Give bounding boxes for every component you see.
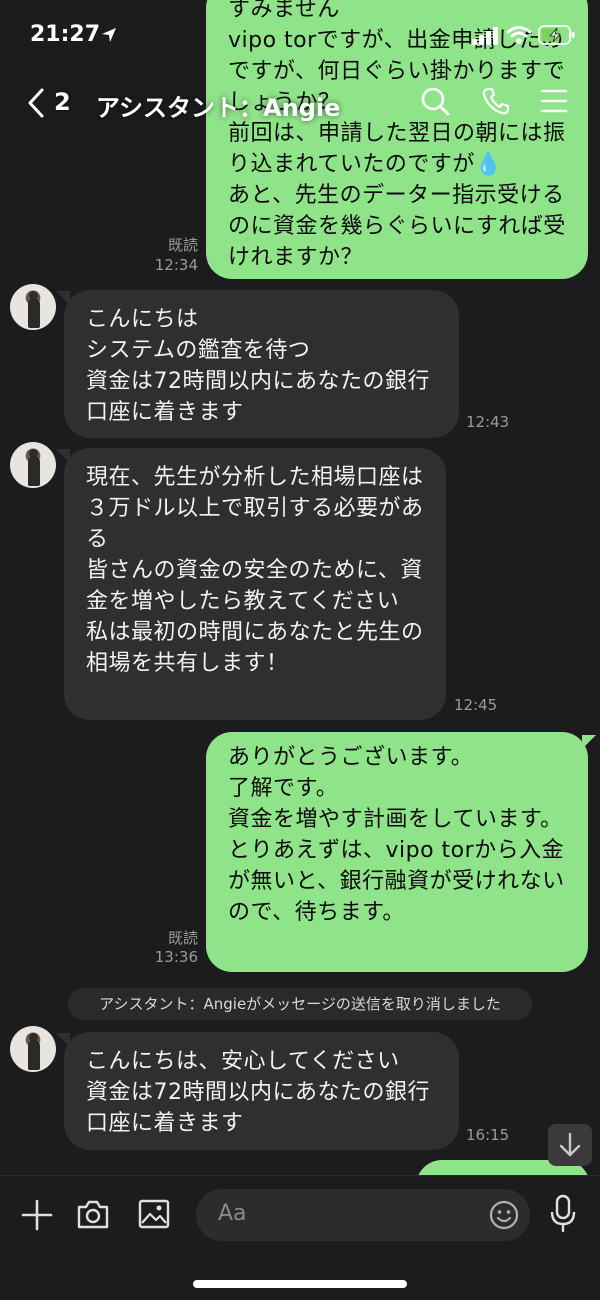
menu-icon[interactable] [540, 88, 568, 114]
read-receipt: 既読 [167, 929, 198, 947]
message-bubble-incoming[interactable]: こんにちは システムの鑑査を待つ 資金は72時間以内にあなたの銀行口座に着きます [64, 290, 459, 438]
message-bubble-outgoing[interactable]: ありがとうございます。 了解です。 資金を増やす計画をしています。 とりあえずは… [206, 732, 588, 972]
chat-header: 2 アシスタント：Angie [0, 74, 600, 130]
unsend-notice: アシスタント：Angieがメッセージの送信を取り消しました [68, 988, 532, 1020]
location-arrow-icon [102, 28, 116, 42]
message-input-bar: Aa [0, 1175, 600, 1300]
cellular-signal-icon [472, 27, 498, 45]
avatar[interactable] [10, 442, 56, 488]
avatar[interactable] [10, 284, 56, 330]
message-bubble-incoming[interactable]: こんにちは、安心してください 資金は72時間以内にあなたの銀行口座に着きます [64, 1032, 459, 1150]
avatar[interactable] [10, 1026, 56, 1072]
status-bar: 21:27 [0, 0, 600, 64]
chat-area[interactable]: すみません vipo torですが、出金申請したのですが、何日ぐらい掛かりますで… [0, 0, 600, 1175]
wifi-icon [506, 26, 532, 44]
message-bubble-incoming[interactable]: 現在、先生が分析した相場口座は３万ドル以上で取引する必要がある 皆さんの資金の安… [64, 448, 446, 720]
scroll-to-bottom-button[interactable] [548, 1124, 592, 1166]
bubble-tail [582, 735, 596, 749]
message-time: 12:45 [454, 696, 498, 714]
image-icon[interactable] [137, 1198, 171, 1230]
status-time: 21:27 [30, 22, 101, 47]
message-time: 13:36 [154, 948, 198, 966]
arrow-down-icon [559, 1132, 581, 1157]
message-time: 16:15 [466, 1126, 510, 1144]
input-placeholder: Aa [218, 1201, 247, 1226]
message-time: 12:43 [466, 413, 510, 431]
home-indicator[interactable] [193, 1280, 407, 1288]
microphone-icon[interactable] [548, 1194, 578, 1234]
camera-icon[interactable] [76, 1198, 110, 1230]
phone-icon[interactable] [481, 86, 511, 116]
plus-icon[interactable] [20, 1198, 54, 1232]
emoji-icon[interactable] [488, 1199, 520, 1231]
read-receipt: 既読 [167, 236, 198, 254]
page-title[interactable]: アシスタント：Angie [96, 88, 340, 123]
unread-count[interactable]: 2 [54, 88, 71, 116]
search-icon[interactable] [420, 86, 450, 116]
battery-charging-icon [538, 25, 575, 45]
back-chevron-icon[interactable] [26, 88, 46, 118]
message-time: 12:34 [154, 256, 198, 274]
message-input[interactable]: Aa [196, 1189, 530, 1241]
